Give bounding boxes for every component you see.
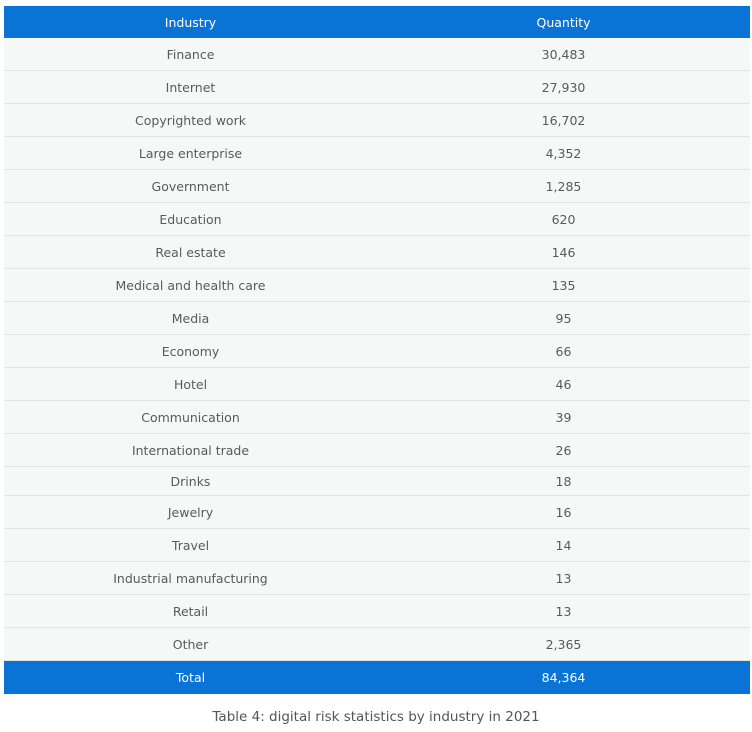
quantity-cell: 16,702	[377, 103, 750, 137]
table-row: Retail 13	[4, 594, 750, 628]
table-row: Finance 30,483	[4, 38, 750, 71]
table-caption: Table 4: digital risk statistics by indu…	[212, 709, 540, 725]
table-row: Media 95	[4, 301, 750, 335]
industry-cell: Copyrighted work	[4, 103, 377, 137]
industry-statistics-table: Industry Quantity Finance 30,483 Interne…	[4, 6, 750, 694]
industry-cell: Media	[4, 301, 377, 335]
column-header-quantity: Quantity	[377, 6, 750, 38]
table-row: Government 1,285	[4, 169, 750, 203]
industry-cell: Internet	[4, 70, 377, 104]
table-container: Industry Quantity Finance 30,483 Interne…	[4, 6, 750, 694]
industry-cell: Government	[4, 169, 377, 203]
quantity-cell: 4,352	[377, 136, 750, 170]
industry-cell: Industrial manufacturing	[4, 561, 377, 595]
industry-cell: Real estate	[4, 235, 377, 269]
table-row: Copyrighted work 16,702	[4, 103, 750, 137]
quantity-cell: 14	[377, 528, 750, 562]
table-row: Jewelry 16	[4, 495, 750, 529]
table-row: Drinks 18	[4, 466, 750, 496]
industry-cell: Retail	[4, 594, 377, 628]
table-row: Medical and health care 135	[4, 268, 750, 302]
table-row: Large enterprise 4,352	[4, 136, 750, 170]
industry-cell: Other	[4, 627, 377, 661]
quantity-cell: 30,483	[377, 38, 750, 71]
quantity-cell: 2,365	[377, 627, 750, 661]
table-row: Economy 66	[4, 334, 750, 368]
quantity-cell: 13	[377, 594, 750, 628]
quantity-cell: 18	[377, 466, 750, 496]
industry-cell: Finance	[4, 38, 377, 71]
quantity-cell: 46	[377, 367, 750, 401]
table-row: Internet 27,930	[4, 70, 750, 104]
total-label: Total	[4, 660, 377, 694]
industry-cell: Communication	[4, 400, 377, 434]
quantity-cell: 27,930	[377, 70, 750, 104]
quantity-cell: 146	[377, 235, 750, 269]
table-row: International trade 26	[4, 433, 750, 467]
quantity-cell: 620	[377, 202, 750, 236]
quantity-cell: 13	[377, 561, 750, 595]
industry-cell: Medical and health care	[4, 268, 377, 302]
quantity-cell: 26	[377, 433, 750, 467]
quantity-cell: 16	[377, 495, 750, 529]
industry-cell: Drinks	[4, 466, 377, 496]
industry-cell: Hotel	[4, 367, 377, 401]
table-row: Other 2,365	[4, 627, 750, 661]
quantity-cell: 66	[377, 334, 750, 368]
table-header-row: Industry Quantity	[4, 6, 750, 38]
table-total-row: Total 84,364	[4, 660, 750, 694]
industry-cell: Jewelry	[4, 495, 377, 529]
table-row: Communication 39	[4, 400, 750, 434]
quantity-cell: 95	[377, 301, 750, 335]
quantity-cell: 1,285	[377, 169, 750, 203]
table-row: Industrial manufacturing 13	[4, 561, 750, 595]
industry-cell: Economy	[4, 334, 377, 368]
industry-cell: International trade	[4, 433, 377, 467]
table-row: Education 620	[4, 202, 750, 236]
table-row: Travel 14	[4, 528, 750, 562]
table-row: Hotel 46	[4, 367, 750, 401]
total-quantity: 84,364	[377, 660, 750, 694]
column-header-industry: Industry	[4, 6, 377, 38]
quantity-cell: 135	[377, 268, 750, 302]
industry-cell: Large enterprise	[4, 136, 377, 170]
quantity-cell: 39	[377, 400, 750, 434]
table-row: Real estate 146	[4, 235, 750, 269]
industry-cell: Education	[4, 202, 377, 236]
industry-cell: Travel	[4, 528, 377, 562]
